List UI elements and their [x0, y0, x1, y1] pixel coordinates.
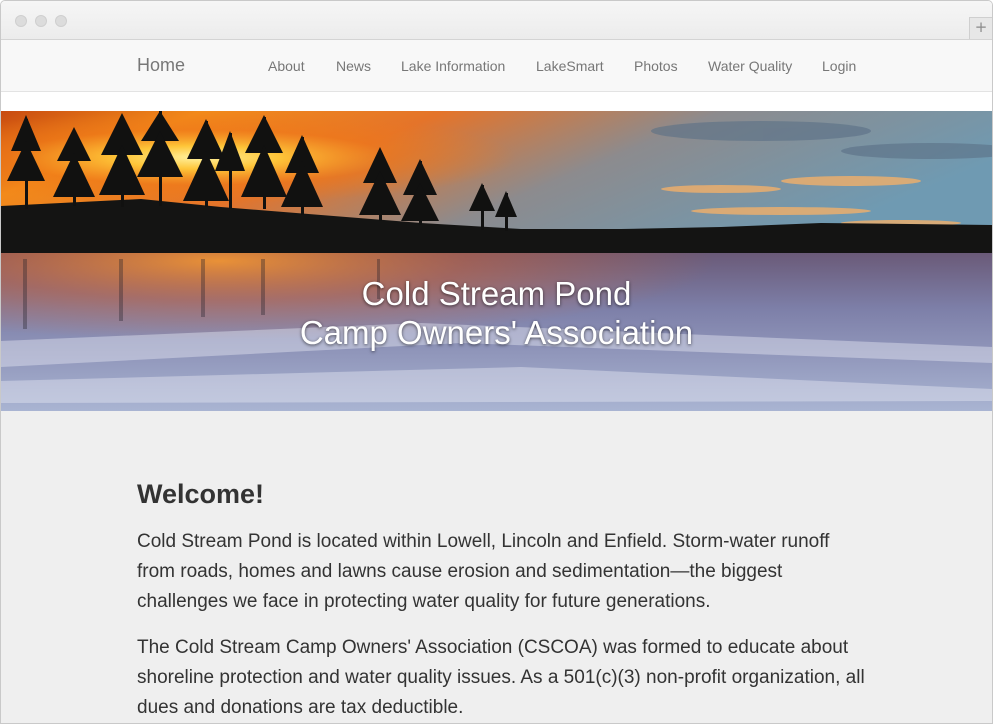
navbar-spacer [1, 92, 992, 111]
intro-paragraph: Cold Stream Pond is located within Lowel… [137, 531, 830, 612]
nav-item-lakesmart[interactable]: LakeSmart [536, 58, 604, 74]
nav-item-water-quality[interactable]: Water Quality [708, 58, 792, 74]
nav-item-news[interactable]: News [336, 58, 371, 74]
hero-title-line2: Camp Owners' Association [299, 314, 694, 351]
main-content: Welcome! Cold Stream Pond is located wit… [1, 411, 992, 723]
nav-item-lake-information[interactable]: Lake Information [401, 58, 505, 74]
nav-item-login[interactable]: Login [822, 58, 856, 74]
hero-title-line1: Cold Stream Pond [361, 275, 632, 312]
zoom-window-icon[interactable] [55, 15, 67, 27]
nav-item-photos[interactable]: Photos [634, 58, 678, 74]
welcome-heading: Welcome! [137, 479, 265, 509]
browser-titlebar: + [1, 1, 992, 40]
close-window-icon[interactable] [15, 15, 27, 27]
sunset-lake-image [1, 111, 992, 411]
minimize-window-icon[interactable] [35, 15, 47, 27]
browser-window: + Home About News Lake Information LakeS… [0, 0, 993, 724]
site-navbar: Home About News Lake Information LakeSma… [1, 40, 992, 92]
about-paragraph: The Cold Stream Camp Owners' Association… [137, 637, 865, 718]
nav-item-about[interactable]: About [268, 58, 305, 74]
nav-home-link[interactable]: Home [137, 55, 185, 76]
new-tab-icon[interactable]: + [969, 17, 992, 39]
hero-banner: Cold Stream Pond Camp Owners' Associatio… [1, 111, 992, 411]
